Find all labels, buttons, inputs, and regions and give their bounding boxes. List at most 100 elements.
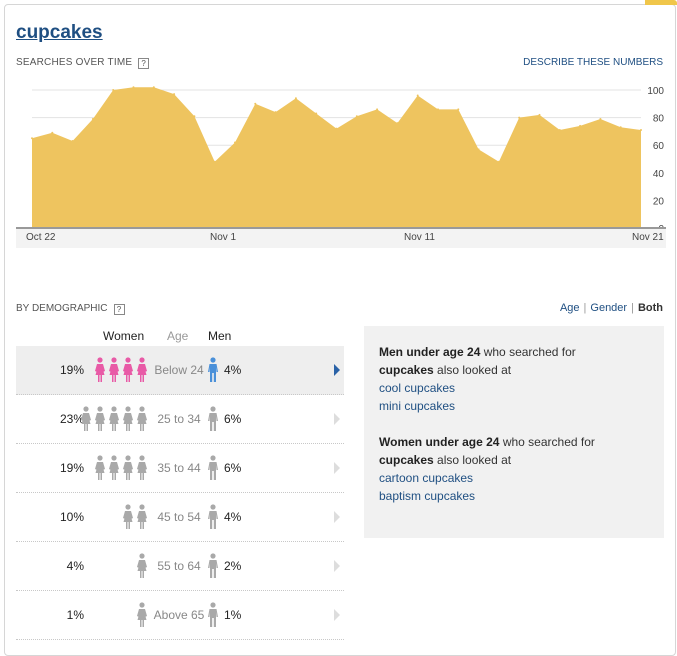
data-point: [619, 126, 622, 129]
data-point: [294, 97, 297, 100]
woman-icon: [109, 406, 119, 431]
data-point: [599, 117, 602, 120]
age-range: 55 to 64: [157, 559, 201, 573]
data-point: [193, 115, 196, 118]
age-range: Below 24: [154, 363, 204, 377]
woman-icon: [95, 406, 105, 431]
x-axis-band: [16, 228, 666, 248]
row-arrow-icon[interactable]: [334, 364, 340, 376]
row-arrow-icon[interactable]: [334, 511, 340, 523]
row-arrow-icon[interactable]: [334, 609, 340, 621]
data-point: [234, 141, 236, 144]
age-range: 25 to 34: [157, 412, 201, 426]
x-tick-label-1: Nov 1: [210, 232, 237, 243]
data-point: [335, 127, 338, 130]
x-tick-label-2: Nov 11: [404, 232, 435, 243]
searches-over-time-label: SEARCHES OVER TIME?: [16, 57, 150, 69]
woman-icon: [137, 406, 147, 431]
y-tick-label: 60: [653, 141, 665, 152]
women-related-text-2: cupcakes also looked at: [379, 451, 595, 469]
women-percent: 19%: [59, 363, 84, 377]
demographic-row[interactable]: 1% Above 65 1%: [16, 591, 344, 640]
toggle-gender[interactable]: Gender: [590, 302, 627, 314]
related-link-mini-cupcakes[interactable]: mini cupcakes: [379, 397, 576, 415]
data-point: [91, 117, 94, 120]
men-related-text: Men under age 24 who searched for: [379, 343, 576, 361]
data-point: [173, 93, 176, 96]
women-related-phrase-2: also looked at: [437, 453, 512, 467]
demographic-row[interactable]: 23% 25 to 34 6%: [16, 395, 344, 444]
row-arrow-icon[interactable]: [334, 413, 340, 425]
data-point: [254, 102, 257, 105]
women-percent: 1%: [66, 608, 84, 622]
woman-icon: [109, 455, 119, 480]
age-range: 35 to 44: [157, 461, 201, 475]
data-point: [640, 129, 642, 132]
page-title-link[interactable]: cupcakes: [16, 22, 103, 44]
woman-icon: [137, 504, 147, 529]
man-icon: [208, 553, 218, 578]
women-icon-group: [136, 553, 148, 579]
describe-numbers-link[interactable]: DESCRIBE THESE NUMBERS: [523, 57, 663, 68]
toggle-both[interactable]: Both: [638, 302, 663, 314]
men-icon-group: [207, 553, 219, 579]
men-icon-group: [207, 602, 219, 628]
women-related-phrase: who searched for: [502, 435, 595, 449]
data-point: [51, 131, 54, 134]
man-icon: [208, 455, 218, 480]
woman-icon: [123, 357, 133, 382]
age-range: 45 to 54: [157, 510, 201, 524]
data-point: [518, 116, 521, 119]
women-icon-group: [94, 357, 148, 383]
searches-over-time-text: SEARCHES OVER TIME: [16, 57, 133, 68]
men-icon-group: [207, 455, 219, 481]
related-link-cartoon-cupcakes[interactable]: cartoon cupcakes: [379, 469, 595, 487]
data-point: [579, 124, 582, 127]
help-icon[interactable]: ?: [138, 58, 150, 69]
demographic-row[interactable]: 4% 55 to 64 2%: [16, 542, 344, 591]
men-percent: 4%: [224, 510, 242, 524]
row-arrow-icon[interactable]: [334, 462, 340, 474]
men-icon-group: [207, 504, 219, 530]
demographic-row[interactable]: 19% Below 24 4%: [16, 346, 344, 395]
demographic-row[interactable]: 10% 45 to 54 4%: [16, 493, 344, 542]
men-related-block: Men under age 24 who searched for cupcak…: [379, 343, 576, 415]
column-header-women: Women: [103, 329, 145, 343]
x-tick-label-3: Nov 21: [632, 232, 664, 243]
data-point: [31, 137, 33, 140]
women-related-text: Women under age 24 who searched for: [379, 433, 595, 451]
x-tick-label-0: Oct 22: [26, 232, 56, 243]
toggle-separator: |: [631, 302, 634, 314]
demographic-toggle: Age | Gender | Both: [560, 302, 663, 314]
man-icon: [208, 504, 218, 529]
related-link-baptism-cupcakes[interactable]: baptism cupcakes: [379, 487, 595, 505]
column-header-age: Age: [167, 329, 189, 343]
woman-icon: [123, 406, 133, 431]
y-tick-label: 40: [653, 169, 665, 180]
related-searches-panel: Men under age 24 who searched for cupcak…: [364, 326, 664, 538]
men-percent: 2%: [224, 559, 242, 573]
women-icon-group: [80, 406, 148, 432]
toggle-age[interactable]: Age: [560, 302, 580, 314]
women-icon-group: [122, 504, 148, 530]
men-percent: 6%: [224, 461, 242, 475]
woman-icon: [109, 357, 119, 382]
demographic-row[interactable]: 19% 35 to 44 6%: [16, 444, 344, 493]
data-point: [132, 86, 135, 89]
row-arrow-icon[interactable]: [334, 560, 340, 572]
help-icon[interactable]: ?: [113, 304, 125, 315]
women-icon-group: [136, 602, 148, 628]
men-percent: 6%: [224, 412, 242, 426]
data-point: [437, 108, 439, 111]
data-point: [538, 113, 541, 116]
men-icon-group: [207, 357, 219, 383]
data-point: [315, 112, 318, 115]
related-link-cool-cupcakes[interactable]: cool cupcakes: [379, 379, 576, 397]
woman-icon: [95, 357, 105, 382]
search-volume-area: [32, 87, 641, 229]
men-related-phrase: who searched for: [483, 345, 576, 359]
data-point: [112, 89, 115, 91]
data-point: [497, 160, 500, 163]
corner-tab: [645, 0, 677, 5]
data-point: [213, 160, 216, 163]
